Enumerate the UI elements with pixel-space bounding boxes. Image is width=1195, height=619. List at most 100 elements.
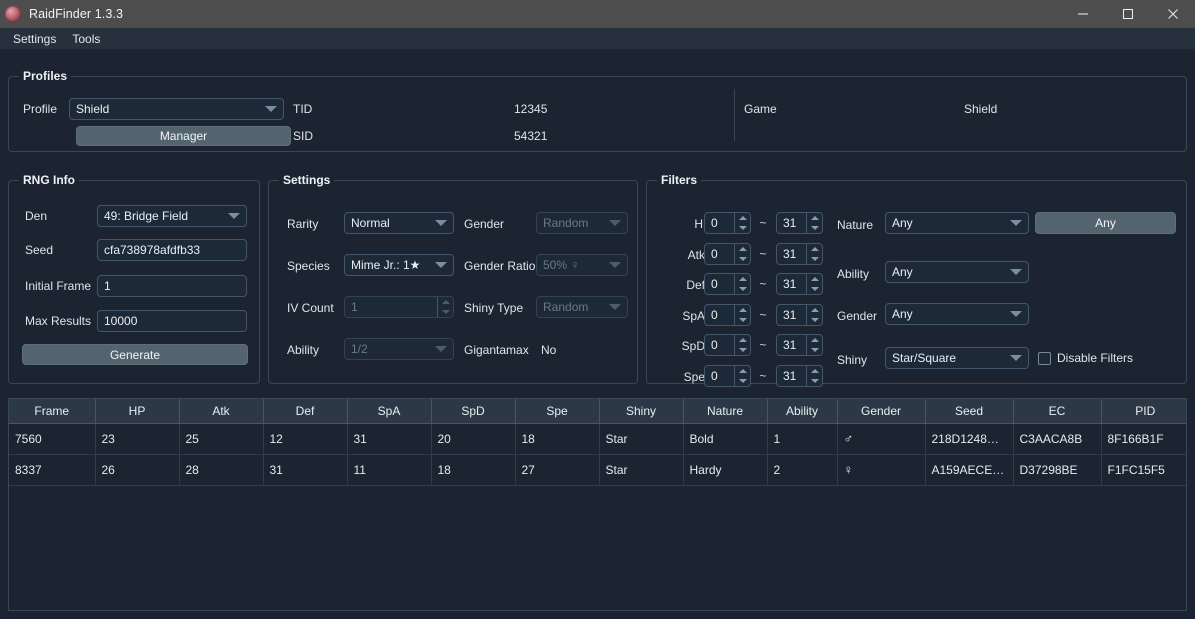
iv-filter-max-spin-def[interactable] <box>806 274 822 294</box>
filters-nature-select[interactable]: Any <box>885 212 1029 234</box>
iv-filter-max-spe[interactable]: 31 <box>776 364 823 387</box>
results-column-header-spa[interactable]: SpA <box>347 399 432 424</box>
iv-filter-max-atk[interactable]: 31 <box>776 242 823 265</box>
iv-filter-max-spin-hp[interactable] <box>806 213 822 233</box>
filters-nature-any-button[interactable]: Any <box>1035 212 1176 234</box>
iv-filter-max-increment-spe[interactable] <box>807 366 822 376</box>
rarity-select[interactable]: Normal <box>344 212 454 234</box>
iv-filter-max-spin-spd[interactable] <box>806 335 822 355</box>
iv-filter-max-increment-spd[interactable] <box>807 335 822 345</box>
iv-filter-min-decrement-spd[interactable] <box>735 345 750 355</box>
iv-filter-min-spin-hp[interactable] <box>734 213 750 233</box>
results-column-header-spd[interactable]: SpD <box>431 399 516 424</box>
iv-filter-min-decrement-spa[interactable] <box>735 315 750 325</box>
iv-filter-min-increment-spd[interactable] <box>735 335 750 345</box>
iv-filter-max-decrement-atk[interactable] <box>807 254 822 264</box>
results-column-header-def[interactable]: Def <box>263 399 348 424</box>
chevron-down-icon <box>265 106 277 112</box>
iv-filter-min-spd[interactable]: 0 <box>704 334 751 356</box>
iv-filter-max-increment-spa[interactable] <box>807 305 822 315</box>
results-column-header-gender[interactable]: Gender <box>837 399 926 424</box>
settings-gender-select[interactable]: Random <box>536 212 628 234</box>
menu-item-tools[interactable]: Tools <box>64 30 108 48</box>
close-button[interactable] <box>1150 0 1195 28</box>
table-row[interactable]: 7560 23 25 12 31 20 18 Star Bold 1 ♂ 218D1248A1… C3A… <box>9 423 1186 455</box>
iv-filter-min-spin-spe[interactable] <box>734 365 750 386</box>
results-column-header-shiny[interactable]: Shiny <box>599 399 684 424</box>
shiny-type-select[interactable]: Random <box>536 296 628 318</box>
rng-info-title: RNG Info <box>19 173 79 187</box>
results-column-header-atk[interactable]: Atk <box>179 399 264 424</box>
den-select-value: 49: Bridge Field <box>104 209 189 223</box>
settings-ability-select[interactable]: 1/2 <box>344 338 454 360</box>
disable-filters-row[interactable]: Disable Filters <box>1038 351 1133 365</box>
iv-filter-min-increment-spa[interactable] <box>735 305 750 315</box>
table-row[interactable]: 8337 26 28 31 11 18 27 Star Hardy 2 ♀ A159AECEB0… D3… <box>9 454 1186 486</box>
results-column-header-spe[interactable]: Spe <box>515 399 600 424</box>
iv-filter-min-def[interactable]: 0 <box>704 273 751 295</box>
chevron-down-icon <box>1010 269 1022 275</box>
profile-manager-button[interactable]: Manager <box>76 126 291 146</box>
den-select[interactable]: 49: Bridge Field <box>97 205 247 227</box>
results-column-header-hp[interactable]: HP <box>95 399 180 424</box>
iv-filter-min-spa[interactable]: 0 <box>704 303 751 326</box>
menu-item-settings[interactable]: Settings <box>5 30 64 48</box>
iv-count-spin-buttons[interactable] <box>437 297 453 317</box>
results-column-header-pid[interactable]: PID <box>1101 399 1186 424</box>
iv-count-decrement[interactable] <box>438 307 453 317</box>
filters-ability-select[interactable]: Any <box>885 261 1029 283</box>
iv-filter-min-spin-spa[interactable] <box>734 304 750 325</box>
iv-filter-max-decrement-hp[interactable] <box>807 223 822 233</box>
iv-filter-max-spa[interactable]: 31 <box>776 303 823 326</box>
iv-filter-min-hp[interactable]: 0 <box>704 212 751 234</box>
iv-filter-max-spin-spe[interactable] <box>806 365 822 386</box>
iv-filter-max-spin-atk[interactable] <box>806 243 822 264</box>
results-column-header-nature[interactable]: Nature <box>683 399 768 424</box>
max-results-input[interactable]: 10000 <box>97 310 247 332</box>
results-column-header-ec[interactable]: EC <box>1013 399 1102 424</box>
iv-filter-min-decrement-hp[interactable] <box>735 223 750 233</box>
filters-gender-select[interactable]: Any <box>885 303 1029 325</box>
iv-filter-min-increment-atk[interactable] <box>735 244 750 254</box>
iv-filter-min-spin-spd[interactable] <box>734 335 750 355</box>
iv-filter-min-spin-atk[interactable] <box>734 243 750 264</box>
iv-filter-max-spd[interactable]: 31 <box>776 334 823 356</box>
minimize-button[interactable] <box>1060 0 1105 28</box>
iv-filter-min-decrement-def[interactable] <box>735 284 750 294</box>
results-table-container[interactable]: Frame HP Atk Def SpA SpD Spe Shiny Nature Ability… <box>8 398 1187 611</box>
iv-count-increment[interactable] <box>438 297 453 307</box>
iv-filter-min-spin-def[interactable] <box>734 274 750 294</box>
iv-filter-min-increment-def[interactable] <box>735 274 750 284</box>
iv-count-stepper[interactable]: 1 <box>344 296 454 318</box>
profile-select[interactable]: Shield <box>69 98 284 120</box>
iv-filter-min-increment-spe[interactable] <box>735 366 750 376</box>
iv-filter-max-decrement-spe[interactable] <box>807 376 822 386</box>
seed-input[interactable]: cfa738978afdfb33 <box>97 239 247 261</box>
iv-filter-max-decrement-def[interactable] <box>807 284 822 294</box>
species-select[interactable]: Mime Jr.: 1★ <box>344 254 454 276</box>
iv-filter-max-increment-hp[interactable] <box>807 213 822 223</box>
iv-filter-max-spin-spa[interactable] <box>806 304 822 325</box>
maximize-button[interactable] <box>1105 0 1150 28</box>
initial-frame-input[interactable]: 1 <box>97 275 247 297</box>
results-column-header-seed[interactable]: Seed <box>925 399 1014 424</box>
iv-filter-max-hp[interactable]: 31 <box>776 212 823 234</box>
iv-filter-max-decrement-spd[interactable] <box>807 345 822 355</box>
iv-filter-min-decrement-spe[interactable] <box>735 376 750 386</box>
gender-ratio-select[interactable]: 50% ♀ <box>536 254 628 276</box>
iv-filter-max-def[interactable]: 31 <box>776 273 823 295</box>
iv-filter-max-decrement-spa[interactable] <box>807 315 822 325</box>
iv-filter-min-spe[interactable]: 0 <box>704 364 751 387</box>
table-cell-spd: 20 <box>431 423 516 455</box>
results-column-header-ability[interactable]: Ability <box>767 399 838 424</box>
results-column-header-frame[interactable]: Frame <box>9 399 96 424</box>
iv-filter-min-increment-hp[interactable] <box>735 213 750 223</box>
table-cell-atk: 28 <box>179 454 264 486</box>
iv-filter-min-atk[interactable]: 0 <box>704 242 751 265</box>
generate-button[interactable]: Generate <box>22 344 248 365</box>
iv-filter-max-increment-atk[interactable] <box>807 244 822 254</box>
iv-filter-max-increment-def[interactable] <box>807 274 822 284</box>
filters-shiny-select[interactable]: Star/Square <box>885 347 1029 369</box>
disable-filters-checkbox[interactable] <box>1038 351 1051 365</box>
iv-filter-min-decrement-atk[interactable] <box>735 254 750 264</box>
